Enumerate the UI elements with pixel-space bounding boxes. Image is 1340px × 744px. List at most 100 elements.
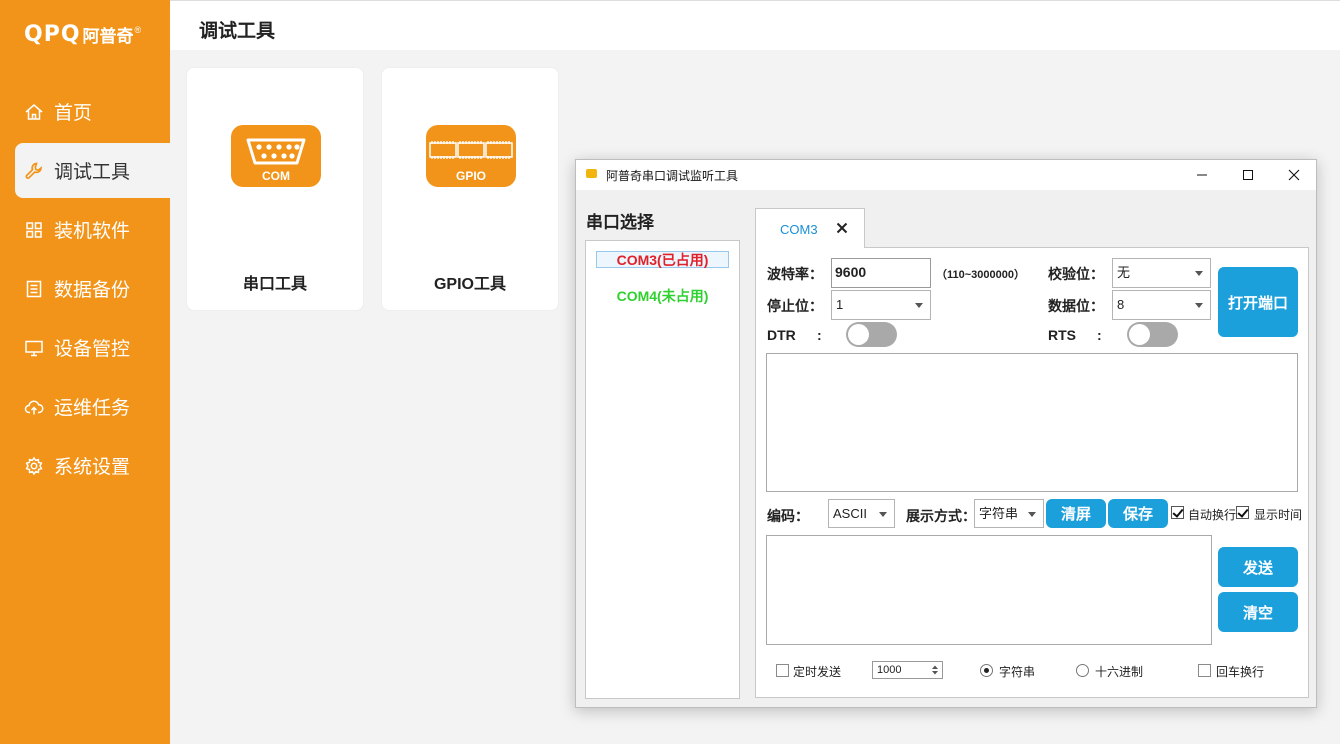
port-item-com4[interactable]: COM4(未占用) — [596, 288, 729, 305]
gpio-tool-label: GPIO工具 — [433, 276, 506, 293]
sidebar-item-label: 首页 — [54, 103, 93, 124]
tab-label: COM3 — [780, 222, 818, 237]
timed-send-label: 定时发送 — [793, 665, 842, 679]
home-icon — [25, 103, 43, 120]
port-item-label: COM3(已占用) — [616, 252, 709, 268]
gpio-icon-text: GPIO — [456, 169, 486, 183]
window-title-bar[interactable]: 阿普奇串口调试监听工具 — [576, 160, 1316, 190]
spinner-arrows-icon — [932, 665, 938, 675]
receive-textarea[interactable] — [766, 353, 1298, 492]
send-button[interactable]: 发送 — [1218, 547, 1298, 587]
string-mode-label: 字符串 — [999, 665, 1036, 679]
toggle-knob — [848, 324, 869, 345]
display-mode-value: 字符串 — [979, 506, 1019, 521]
parity-select[interactable]: 无 — [1112, 258, 1211, 288]
string-mode-radio[interactable] — [980, 664, 993, 677]
show-time-checkbox[interactable] — [1236, 506, 1249, 519]
display-options-group: 自动换行 显示时间 — [1169, 505, 1309, 523]
chevron-down-icon — [1028, 511, 1036, 517]
sidebar-item-install-software[interactable]: 装机软件 — [0, 202, 170, 257]
wrench-icon — [25, 162, 42, 179]
serial-tool-card[interactable]: COM 串口工具 — [186, 67, 364, 311]
encoding-value: ASCII — [833, 506, 867, 521]
port-panel: 波特率： 9600 （110~3000000） 校验位： 无 停止位： 1 数据… — [755, 247, 1309, 698]
save-button[interactable]: 保存 — [1108, 499, 1168, 528]
hex-mode-radio[interactable] — [1076, 664, 1089, 677]
dtr-colon: : — [817, 327, 822, 343]
sidebar-item-label: 数据备份 — [54, 280, 131, 301]
timed-send-checkbox[interactable] — [776, 664, 789, 677]
chevron-down-icon — [915, 303, 923, 308]
rts-label: RTS — [1048, 327, 1076, 343]
sidebar-item-label: 运维任务 — [54, 398, 131, 419]
document-icon — [26, 280, 42, 297]
page-title: 调试工具 — [199, 21, 276, 42]
dtr-label: DTR — [767, 327, 796, 343]
clear-send-button[interactable]: 清空 — [1218, 592, 1298, 632]
app-icon — [586, 169, 597, 178]
brand-logo: QPQ 阿普奇 ® — [24, 22, 141, 47]
open-port-button[interactable]: 打开端口 — [1218, 267, 1298, 337]
sidebar-item-ops-tasks[interactable]: 运维任务 — [0, 379, 170, 434]
chevron-down-icon — [1195, 303, 1203, 308]
maximize-button[interactable] — [1225, 160, 1271, 190]
tab-com3[interactable]: COM3 — [755, 208, 865, 248]
baud-rate-label: 波特率： — [767, 266, 823, 282]
rts-toggle[interactable] — [1127, 322, 1178, 347]
show-time-label: 显示时间 — [1254, 508, 1303, 522]
data-bits-label: 数据位： — [1048, 298, 1104, 314]
sidebar-nav: 首页 调试工具 装机软件 数据备份 设备管控 运维任务 系统设置 — [0, 84, 170, 497]
auto-wrap-checkbox[interactable] — [1171, 506, 1184, 519]
parity-value: 无 — [1117, 265, 1131, 280]
serial-port-icon: COM — [231, 125, 321, 187]
gpio-tool-card[interactable]: GPIO GPIO工具 — [381, 67, 559, 311]
close-icon — [1288, 169, 1300, 181]
logo-mark: QPQ — [24, 21, 81, 47]
parity-label: 校验位： — [1048, 266, 1104, 282]
interval-value: 1000 — [877, 664, 902, 676]
minimize-icon — [1197, 174, 1207, 176]
encoding-select[interactable]: ASCII — [828, 499, 895, 528]
port-item-label: COM4(未占用) — [616, 288, 709, 304]
sidebar-item-label: 设备管控 — [54, 339, 131, 360]
logo-registered-mark: ® — [134, 24, 142, 35]
data-bits-select[interactable]: 8 — [1112, 290, 1211, 320]
sidebar-item-label: 装机软件 — [54, 221, 131, 242]
close-window-button[interactable] — [1271, 160, 1317, 190]
stop-bits-label: 停止位： — [767, 298, 823, 314]
dtr-toggle[interactable] — [846, 322, 897, 347]
display-mode-select[interactable]: 字符串 — [974, 499, 1044, 528]
serial-debug-window: 阿普奇串口调试监听工具 串口选择 COM3(已占用) COM4(未占用) COM… — [575, 159, 1317, 708]
port-list: COM3(已占用) COM4(未占用) — [585, 240, 740, 699]
minimize-button[interactable] — [1179, 160, 1225, 190]
stop-bits-value: 1 — [836, 297, 844, 312]
port-item-com3[interactable]: COM3(已占用) — [596, 251, 729, 268]
sidebar-item-debug-tools[interactable]: 调试工具 — [15, 143, 170, 198]
maximize-icon — [1243, 170, 1253, 180]
chevron-down-icon — [1195, 271, 1203, 276]
clear-screen-button[interactable]: 清屏 — [1046, 499, 1106, 528]
interval-stepper[interactable]: 1000 — [872, 661, 943, 679]
gpio-icon: GPIO — [426, 125, 516, 187]
sidebar-item-home[interactable]: 首页 — [0, 84, 170, 139]
tab-close-icon[interactable] — [835, 221, 849, 235]
stop-bits-select[interactable]: 1 — [831, 290, 931, 320]
serial-icon-text: COM — [262, 169, 290, 183]
cloud-upload-icon — [24, 400, 44, 414]
sidebar-item-label: 调试工具 — [54, 162, 131, 183]
sidebar-item-system-settings[interactable]: 系统设置 — [0, 438, 170, 493]
sidebar: QPQ 阿普奇 ® 首页 调试工具 装机软件 数据备份 设备管控 运维任务 系统… — [0, 0, 170, 744]
baud-rate-input[interactable]: 9600 — [831, 258, 931, 288]
window-title: 阿普奇串口调试监听工具 — [606, 169, 739, 183]
send-textarea[interactable] — [766, 535, 1212, 645]
sidebar-item-data-backup[interactable]: 数据备份 — [0, 261, 170, 316]
port-select-heading: 串口选择 — [586, 213, 654, 232]
gear-icon — [25, 456, 43, 475]
logo-text: 阿普奇 — [82, 27, 134, 46]
sidebar-item-device-control[interactable]: 设备管控 — [0, 320, 170, 375]
data-bits-value: 8 — [1117, 297, 1125, 312]
toggle-knob — [1129, 324, 1150, 345]
newline-checkbox[interactable] — [1198, 664, 1211, 677]
chevron-down-icon — [879, 511, 887, 517]
monitor-icon — [25, 340, 43, 356]
